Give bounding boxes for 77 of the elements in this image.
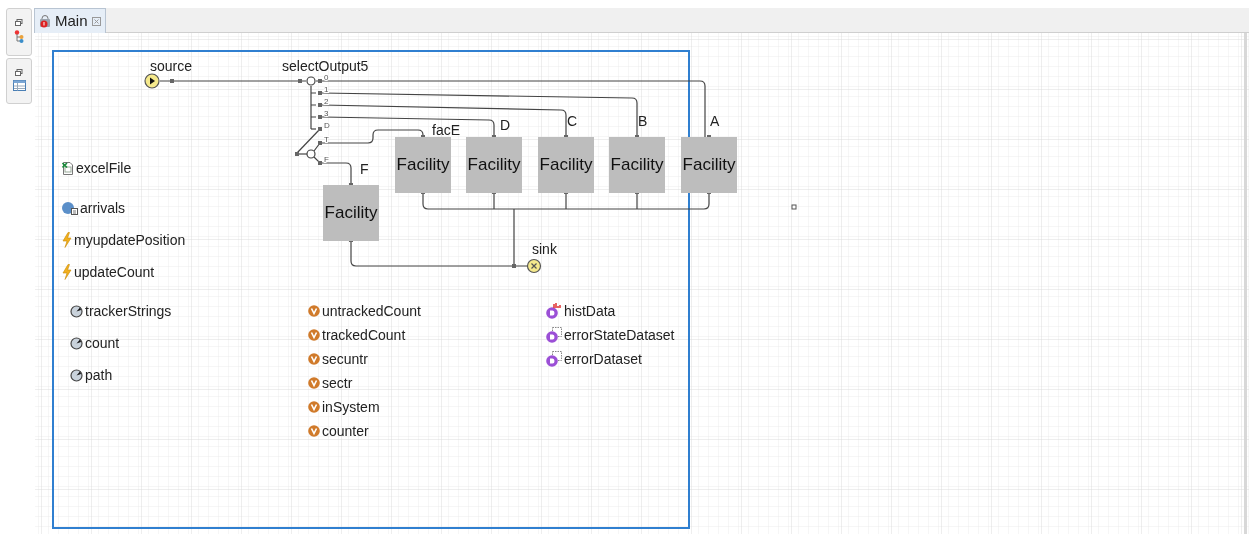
spreadsheet-icon xyxy=(62,161,74,175)
port-label: D xyxy=(324,120,330,130)
port-marker[interactable] xyxy=(318,115,322,119)
port-label: 2 xyxy=(324,96,329,106)
element-label[interactable]: trackerStrings xyxy=(85,300,172,322)
element-label[interactable]: trackedCount xyxy=(322,324,406,346)
element-label[interactable]: excelFile xyxy=(76,157,132,179)
port-label: 0 xyxy=(324,72,329,82)
select-junction xyxy=(306,149,316,159)
port-label: T xyxy=(324,134,329,144)
variable-icon xyxy=(308,305,320,317)
block-label: C xyxy=(567,112,578,131)
table-icon[interactable] xyxy=(12,80,26,91)
variable-icon xyxy=(308,329,320,341)
element-label[interactable]: arrivals xyxy=(80,197,126,219)
tree-icon[interactable] xyxy=(14,30,24,43)
port-marker[interactable] xyxy=(318,79,322,83)
element-label[interactable]: secuntr xyxy=(322,348,368,370)
point-marker xyxy=(791,204,797,210)
element-label[interactable]: myupdatePosition xyxy=(74,229,186,251)
facility-block[interactable]: Facility xyxy=(395,137,451,193)
element-label[interactable]: errorStateDataset xyxy=(564,324,675,346)
restore-icon[interactable] xyxy=(15,69,23,76)
lightning-icon xyxy=(62,264,72,280)
element-label[interactable]: path xyxy=(85,364,113,386)
element-label[interactable]: errorDataset xyxy=(564,348,642,370)
variable-icon xyxy=(308,401,320,413)
gauge-icon xyxy=(70,368,83,382)
port-marker[interactable] xyxy=(512,264,516,268)
facility-block[interactable]: Facility xyxy=(466,137,522,193)
block-label: facE xyxy=(432,121,460,140)
facility-block[interactable]: Facility xyxy=(681,137,737,193)
block-label: selectOutput5 xyxy=(282,57,369,75)
lightning-icon xyxy=(62,232,72,248)
facility-block[interactable]: Facility xyxy=(323,185,379,241)
restore-icon[interactable] xyxy=(15,19,23,26)
dataset-icon xyxy=(546,351,562,367)
close-icon[interactable] xyxy=(91,16,101,26)
element-label[interactable]: updateCount xyxy=(74,261,155,283)
element-label[interactable]: counter xyxy=(322,420,369,442)
block-label: sink xyxy=(532,240,557,259)
gauge-icon xyxy=(70,336,83,350)
block-label: D xyxy=(500,116,511,135)
source-block[interactable] xyxy=(144,73,160,89)
histogram-icon xyxy=(546,303,562,319)
element-label[interactable]: count xyxy=(85,332,120,354)
port-marker[interactable] xyxy=(318,161,322,165)
port-label: 1 xyxy=(324,84,329,94)
port-label: 3 xyxy=(324,108,329,118)
function-icon xyxy=(62,201,78,215)
port-marker[interactable] xyxy=(295,152,299,156)
port-marker[interactable] xyxy=(318,141,322,145)
block-label: A xyxy=(710,112,720,131)
port-marker[interactable] xyxy=(318,103,322,107)
dataset-icon xyxy=(546,327,562,343)
port-marker[interactable] xyxy=(318,127,322,131)
variable-icon xyxy=(308,353,320,365)
element-label[interactable]: untrackedCount xyxy=(322,300,421,322)
port-marker[interactable] xyxy=(170,79,174,83)
variable-icon xyxy=(308,425,320,437)
element-label[interactable]: sectr xyxy=(322,372,353,394)
block-label: B xyxy=(638,112,648,131)
port-label: F xyxy=(324,154,329,164)
connector-line xyxy=(313,156,352,186)
editor-tab[interactable]: Main xyxy=(34,8,106,33)
gauge-icon xyxy=(70,304,83,318)
block-label: source xyxy=(150,57,193,76)
block-label: F xyxy=(360,160,369,179)
facility-block[interactable]: Facility xyxy=(538,137,594,193)
element-label[interactable]: histData xyxy=(564,300,616,322)
port-marker[interactable] xyxy=(318,91,322,95)
lock-icon xyxy=(39,14,51,28)
port-marker[interactable] xyxy=(298,79,302,83)
variable-icon xyxy=(308,377,320,389)
select-junction xyxy=(306,76,316,86)
element-label[interactable]: inSystem xyxy=(322,396,380,418)
facility-block[interactable]: Facility xyxy=(609,137,665,193)
